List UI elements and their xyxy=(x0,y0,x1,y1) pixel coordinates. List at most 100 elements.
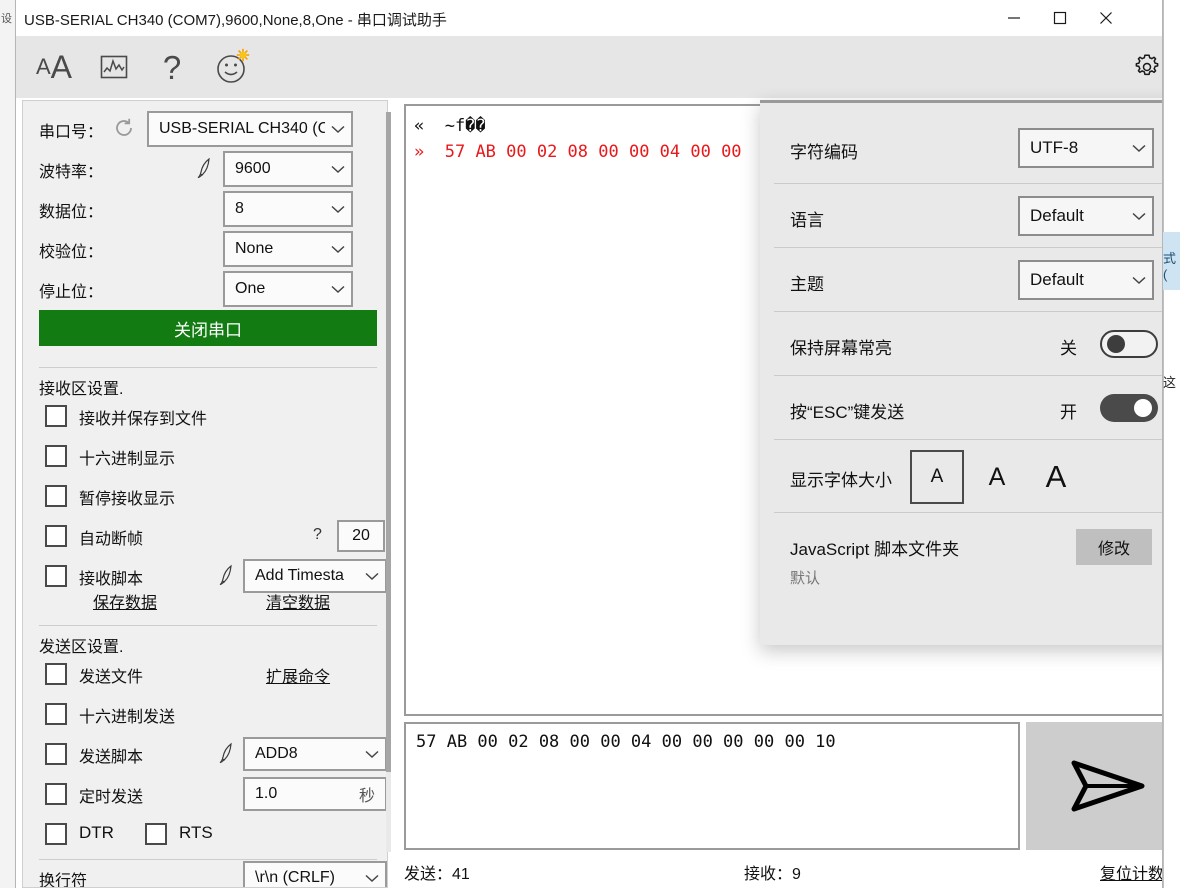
send-script-select[interactable]: ADD8 xyxy=(243,737,387,771)
close-port-button[interactable]: 关闭串口 xyxy=(39,310,377,346)
toolbar: AA ? xyxy=(16,36,1162,127)
save-data-link[interactable]: 保存数据 xyxy=(93,589,157,613)
esc-send-toggle[interactable] xyxy=(1100,394,1158,422)
stopbits-value: One xyxy=(235,280,266,297)
font-size-large-button[interactable]: A xyxy=(1032,450,1080,504)
parity-select[interactable]: None xyxy=(223,231,353,267)
parity-value: None xyxy=(235,240,274,257)
close-button[interactable] xyxy=(1083,0,1129,36)
databits-row: 数据位： 8 xyxy=(23,189,387,229)
checkbox-row-send-script[interactable]: 发送脚本 ADD8 xyxy=(23,736,387,774)
databits-value: 8 xyxy=(235,200,244,217)
theme-value: Default xyxy=(1030,270,1084,289)
divider xyxy=(39,859,377,860)
newline-select[interactable]: \r\n (CRLF) xyxy=(243,861,387,887)
checkbox-row-auto-frame[interactable]: 自动断帧 ? 20 xyxy=(23,518,387,556)
maximize-button[interactable] xyxy=(1037,0,1083,36)
timer-interval-input[interactable]: 1.0 秒 xyxy=(243,777,387,811)
keep-screen-toggle[interactable] xyxy=(1100,330,1158,358)
config-panel-scrollbar-thumb[interactable] xyxy=(386,112,391,772)
label-send-file: 发送文件 xyxy=(79,669,144,686)
baud-label: 波特率： xyxy=(39,164,104,181)
baud-value: 9600 xyxy=(235,160,271,177)
theme-select[interactable]: Default xyxy=(1018,260,1154,300)
send-script-value: ADD8 xyxy=(255,745,298,762)
language-label: 语言 xyxy=(790,211,824,230)
label-hex-send: 十六进制发送 xyxy=(79,709,176,726)
extend-command-link[interactable]: 扩展命令 xyxy=(266,663,330,687)
send-input-value: 57 AB 00 02 08 00 00 04 00 00 00 00 00 1… xyxy=(416,732,836,752)
checkbox-send-script[interactable] xyxy=(45,743,67,765)
checkbox-row-hex-display[interactable]: 十六进制显示 xyxy=(23,438,387,476)
refresh-icon[interactable] xyxy=(113,117,135,144)
checkbox-receive-script[interactable] xyxy=(45,565,67,587)
checkbox-auto-frame[interactable] xyxy=(45,525,67,547)
auto-frame-help-icon[interactable]: ? xyxy=(313,526,322,544)
send-input[interactable]: 57 AB 00 02 08 00 00 04 00 00 00 00 00 1… xyxy=(404,722,1020,850)
port-row: 串口号： USB-SERIAL CH340 (COM xyxy=(23,109,387,149)
stopbits-label: 停止位： xyxy=(39,284,104,301)
chevron-down-icon xyxy=(325,245,351,254)
text-mode-icon[interactable]: AA xyxy=(24,36,84,98)
checkbox-dtr[interactable] xyxy=(45,823,67,845)
font-size-medium-button[interactable]: A xyxy=(974,450,1020,504)
receive-prefix-in: « xyxy=(414,116,425,136)
send-script-pen-icon[interactable] xyxy=(217,742,237,769)
label-receive-script: 接收脚本 xyxy=(79,571,144,588)
baud-row: 波特率： 9600 xyxy=(23,149,387,189)
checkbox-row-send-file[interactable]: 发送文件 扩展命令 xyxy=(23,656,387,694)
keep-screen-label: 保持屏幕常亮 xyxy=(790,339,892,358)
timer-value: 1.0 xyxy=(255,785,278,802)
port-select[interactable]: USB-SERIAL CH340 (COM xyxy=(147,111,353,147)
encoding-select[interactable]: UTF-8 xyxy=(1018,128,1154,168)
chevron-down-icon xyxy=(325,165,351,174)
clear-data-link[interactable]: 清空数据 xyxy=(266,589,330,613)
reset-counter-link[interactable]: 复位计数 xyxy=(1100,860,1162,884)
stopbits-select[interactable]: One xyxy=(223,271,353,307)
setting-row-esc-send: 按“ESC”键发送 开 xyxy=(760,376,1162,440)
checkbox-hex-display[interactable] xyxy=(45,445,67,467)
divider xyxy=(39,367,377,368)
language-value: Default xyxy=(1030,206,1084,225)
checkbox-row-receive-save[interactable]: 接收并保存到文件 xyxy=(23,398,387,436)
checkbox-rts[interactable] xyxy=(145,823,167,845)
checkbox-send-file[interactable] xyxy=(45,663,67,685)
script-pen-icon[interactable] xyxy=(195,157,215,184)
label-hex-display: 十六进制显示 xyxy=(79,451,176,468)
language-select[interactable]: Default xyxy=(1018,196,1154,236)
checkbox-hex-send[interactable] xyxy=(45,703,67,725)
chevron-down-icon xyxy=(1126,144,1152,153)
waveform-icon[interactable] xyxy=(86,36,142,98)
js-folder-value: 默认 xyxy=(790,570,821,587)
baud-select[interactable]: 9600 xyxy=(223,151,353,187)
smiley-icon[interactable] xyxy=(202,36,264,98)
checkbox-row-receive-script[interactable]: 接收脚本 Add Timesta xyxy=(23,558,387,596)
label-dtr: DTR xyxy=(79,823,114,842)
checkbox-row-timed-send[interactable]: 定时发送 1.0 秒 xyxy=(23,776,387,814)
label-receive-save: 接收并保存到文件 xyxy=(79,411,208,428)
receive-prefix-out: » xyxy=(414,142,425,162)
toggle-knob xyxy=(1107,335,1125,353)
minimize-button[interactable] xyxy=(991,0,1037,36)
send-settings-title: 发送区设置. xyxy=(39,639,124,656)
databits-select[interactable]: 8 xyxy=(223,191,353,227)
checkbox-pause-display[interactable] xyxy=(45,485,67,507)
gear-icon[interactable] xyxy=(1120,36,1162,98)
checkbox-row-hex-send[interactable]: 十六进制发送 xyxy=(23,696,387,734)
auto-frame-input[interactable]: 20 xyxy=(337,520,385,552)
receive-script-select[interactable]: Add Timesta xyxy=(243,559,387,593)
esc-send-label: 按“ESC”键发送 xyxy=(790,403,905,422)
encoding-label: 字符编码 xyxy=(790,143,858,162)
receive-script-pen-icon[interactable] xyxy=(217,564,237,591)
help-icon[interactable]: ? xyxy=(144,36,200,98)
checkbox-row-pause-display[interactable]: 暂停接收显示 xyxy=(23,478,387,516)
databits-label: 数据位： xyxy=(39,204,104,221)
js-folder-modify-button[interactable]: 修改 xyxy=(1076,529,1152,565)
status-bar: 发送：41 接收：9 复位计数 xyxy=(404,856,1162,886)
checkbox-timed-send[interactable] xyxy=(45,783,67,805)
send-button[interactable] xyxy=(1026,722,1162,850)
title-bar: USB-SERIAL CH340 (COM7),9600,None,8,One … xyxy=(16,0,1162,36)
font-size-small-button[interactable]: A xyxy=(910,450,964,504)
checkbox-row-dtr-rts: DTR RTS xyxy=(23,816,387,854)
checkbox-receive-save[interactable] xyxy=(45,405,67,427)
